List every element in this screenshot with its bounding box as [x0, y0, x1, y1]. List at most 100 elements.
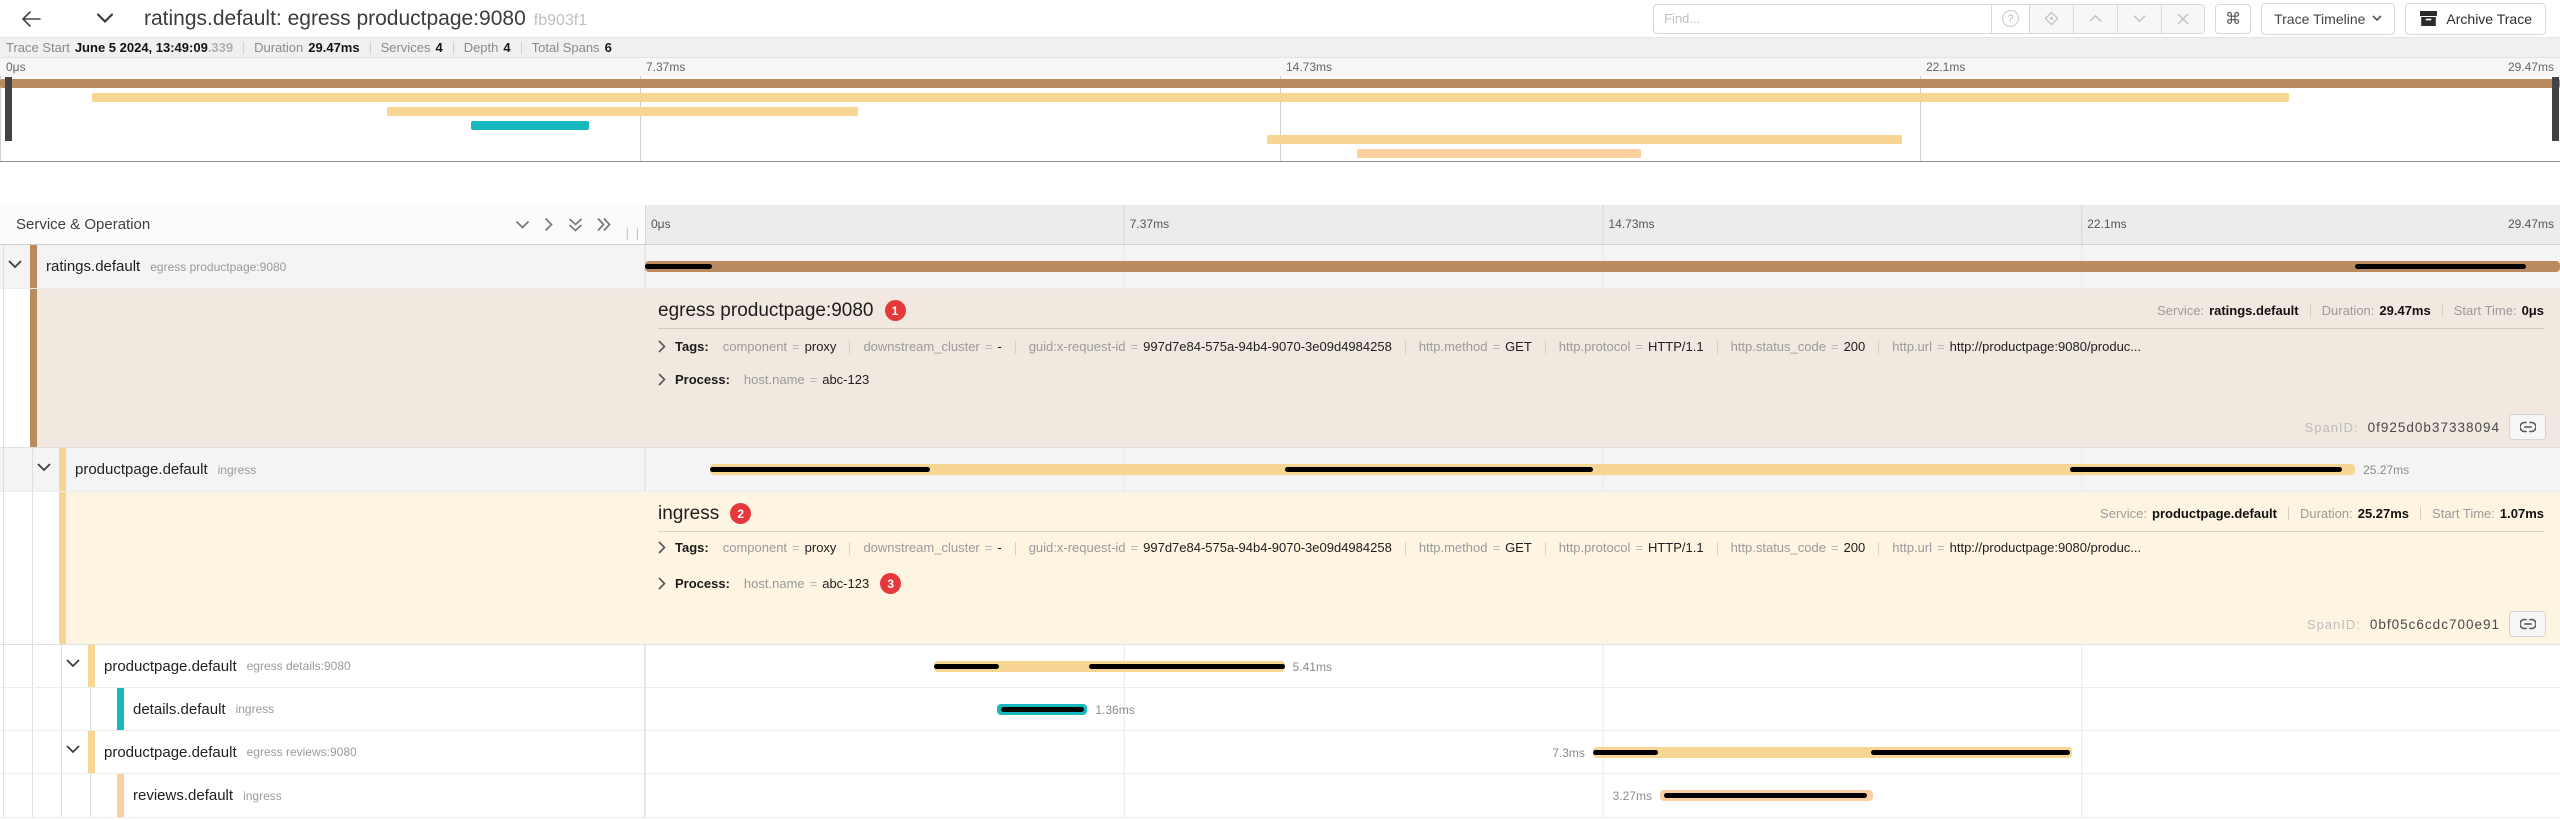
minimap-canvas[interactable]: [0, 76, 2560, 162]
critical-path-segment: [1285, 467, 1593, 472]
chevron-down-icon[interactable]: [66, 659, 80, 668]
tag-http.url: http.url=http://productpage:9080/produc.…: [1892, 339, 2141, 354]
chevron-right-icon: [658, 373, 666, 386]
trace-timeline-dropdown[interactable]: Trace Timeline: [2261, 3, 2395, 35]
minimap-left-handle[interactable]: [5, 77, 12, 141]
span-color-stripe: [30, 289, 37, 447]
span-timeline-cell[interactable]: 3.27ms: [645, 774, 2560, 817]
chevron-right-icon: [658, 340, 666, 353]
service-name: details.default: [133, 701, 226, 718]
service-operation-header-cell: Service & Operation ❘❘: [0, 205, 645, 244]
deep-link-button[interactable]: [2509, 414, 2546, 440]
tag-list: component=proxydownstream_cluster=-guid:…: [723, 339, 2141, 354]
span-timeline-cell[interactable]: [645, 245, 2560, 288]
clear-find-button[interactable]: [2161, 4, 2205, 34]
tags-row[interactable]: Tags: component=proxydownstream_cluster=…: [658, 540, 2544, 555]
divider: [1405, 542, 1406, 555]
trace-duration: Duration29.47ms: [254, 40, 359, 55]
collapse-trace-header-button[interactable]: [88, 2, 122, 36]
chevron-right-icon: [658, 577, 666, 590]
operation-name: egress productpage:9080: [150, 260, 286, 274]
span-duration-label: 25.27ms: [2363, 463, 2409, 477]
span-timeline-cell[interactable]: 7.3ms: [645, 731, 2560, 773]
span-operation-title: egress productpage:9080: [658, 300, 874, 322]
process-row[interactable]: Process: host.name=abc-123 3: [658, 573, 2544, 594]
span-name-cell[interactable]: ratings.default egress productpage:9080: [0, 245, 645, 288]
prev-match-button[interactable]: [2073, 4, 2117, 34]
annotation-badge-1: 1: [885, 300, 906, 321]
column-resizer[interactable]: ❘❘: [623, 227, 643, 240]
expand-one-button[interactable]: [544, 217, 554, 232]
span-name-cell[interactable]: productpage.default egress reviews:9080: [0, 731, 645, 773]
chevron-right-icon: [544, 217, 554, 232]
tick-label: 22.1ms: [2087, 217, 2126, 231]
collapse-all-button[interactable]: [568, 218, 583, 232]
span-duration: 29.47ms: [2379, 303, 2430, 318]
double-chevron-right-icon: [597, 217, 611, 232]
operation-name: ingress: [243, 789, 282, 803]
tag-list: component=proxydownstream_cluster=-guid:…: [723, 540, 2141, 555]
minimap-right-handle[interactable]: [2552, 77, 2559, 141]
divider: [849, 542, 850, 555]
detail-body: ingress 2 Service:productpage.default Du…: [658, 492, 2560, 644]
span-name-cell[interactable]: details.default ingress: [0, 688, 645, 730]
chevron-down-icon[interactable]: [37, 463, 51, 472]
critical-path-segment: [2355, 264, 2525, 269]
span-color-stripe: [59, 448, 66, 491]
annotation-badge-2: 2: [730, 503, 751, 524]
span-color-stripe: [30, 245, 37, 288]
span-service: ratings.default: [2209, 303, 2299, 318]
question-mark-icon: ?: [2002, 10, 2019, 27]
span-name-cell[interactable]: productpage.default egress details:9080: [0, 645, 645, 687]
back-button[interactable]: [14, 2, 48, 36]
focus-matches-button[interactable]: [2029, 4, 2073, 34]
span-id-value: 0f925d0b37338094: [2368, 420, 2500, 435]
chevron-down-icon[interactable]: [66, 745, 80, 754]
keyboard-shortcuts-button[interactable]: ⌘: [2215, 4, 2251, 34]
service-name: reviews.default: [133, 787, 233, 804]
service-name: productpage.default: [75, 461, 208, 478]
archive-trace-button[interactable]: Archive Trace: [2405, 3, 2546, 35]
collapse-one-button[interactable]: [515, 220, 530, 230]
tick-label: 0μs: [651, 217, 671, 231]
chevron-down-icon: [2372, 15, 2382, 22]
tick-label: 14.73ms: [1286, 60, 1332, 74]
find-help-button[interactable]: ?: [1991, 4, 2029, 34]
critical-path-segment: [2070, 467, 2342, 472]
span-bar[interactable]: [645, 261, 2560, 272]
critical-path-segment: [710, 467, 930, 472]
span-name-cell[interactable]: reviews.default ingress: [0, 774, 645, 817]
tag-downstream_cluster: downstream_cluster=-: [863, 339, 1001, 354]
find-input[interactable]: [1653, 4, 1991, 34]
span-detail-productpage-ingress: ingress 2 Service:productpage.default Du…: [0, 492, 2560, 645]
archive-trace-label: Archive Trace: [2446, 11, 2532, 27]
tick-label: 29.47ms: [2508, 60, 2554, 74]
span-timeline-cell[interactable]: 1.36ms: [645, 688, 2560, 730]
deep-link-button[interactable]: [2509, 611, 2546, 637]
process-row[interactable]: Process: host.name=abc-123: [658, 372, 2544, 387]
divider: [1545, 542, 1546, 555]
tick-label: 22.1ms: [1926, 60, 1965, 74]
tags-row[interactable]: Tags: component=proxydownstream_cluster=…: [658, 339, 2544, 354]
divider: [849, 341, 850, 354]
span-table-header: Service & Operation ❘❘ 0μs 7.37ms 14.73m…: [0, 205, 2560, 245]
detail-title-row: ingress 2 Service:productpage.default Du…: [658, 500, 2544, 532]
tick-label: 29.47ms: [2508, 217, 2554, 231]
span-timeline-cell[interactable]: 25.27ms: [645, 448, 2560, 491]
span-timeline-cell[interactable]: 5.41ms: [645, 645, 2560, 687]
span-overview: Service:ratings.default Duration:29.47ms…: [2157, 303, 2544, 318]
divider: [1405, 341, 1406, 354]
tag-downstream_cluster: downstream_cluster=-: [863, 540, 1001, 555]
detail-gutter: [0, 492, 59, 644]
expand-all-button[interactable]: [597, 217, 611, 232]
arrow-left-icon: [21, 11, 41, 27]
critical-path-segment: [1871, 750, 2070, 755]
span-name-cell[interactable]: productpage.default ingress: [0, 448, 645, 491]
process-tag-list: host.name=abc-123: [744, 576, 869, 591]
next-match-button[interactable]: [2117, 4, 2161, 34]
divider: [1545, 341, 1546, 354]
divider: [1878, 542, 1879, 555]
chevron-down-icon[interactable]: [8, 260, 22, 269]
critical-path-segment: [1593, 750, 1658, 755]
tag-host.name: host.name=abc-123: [744, 576, 869, 591]
